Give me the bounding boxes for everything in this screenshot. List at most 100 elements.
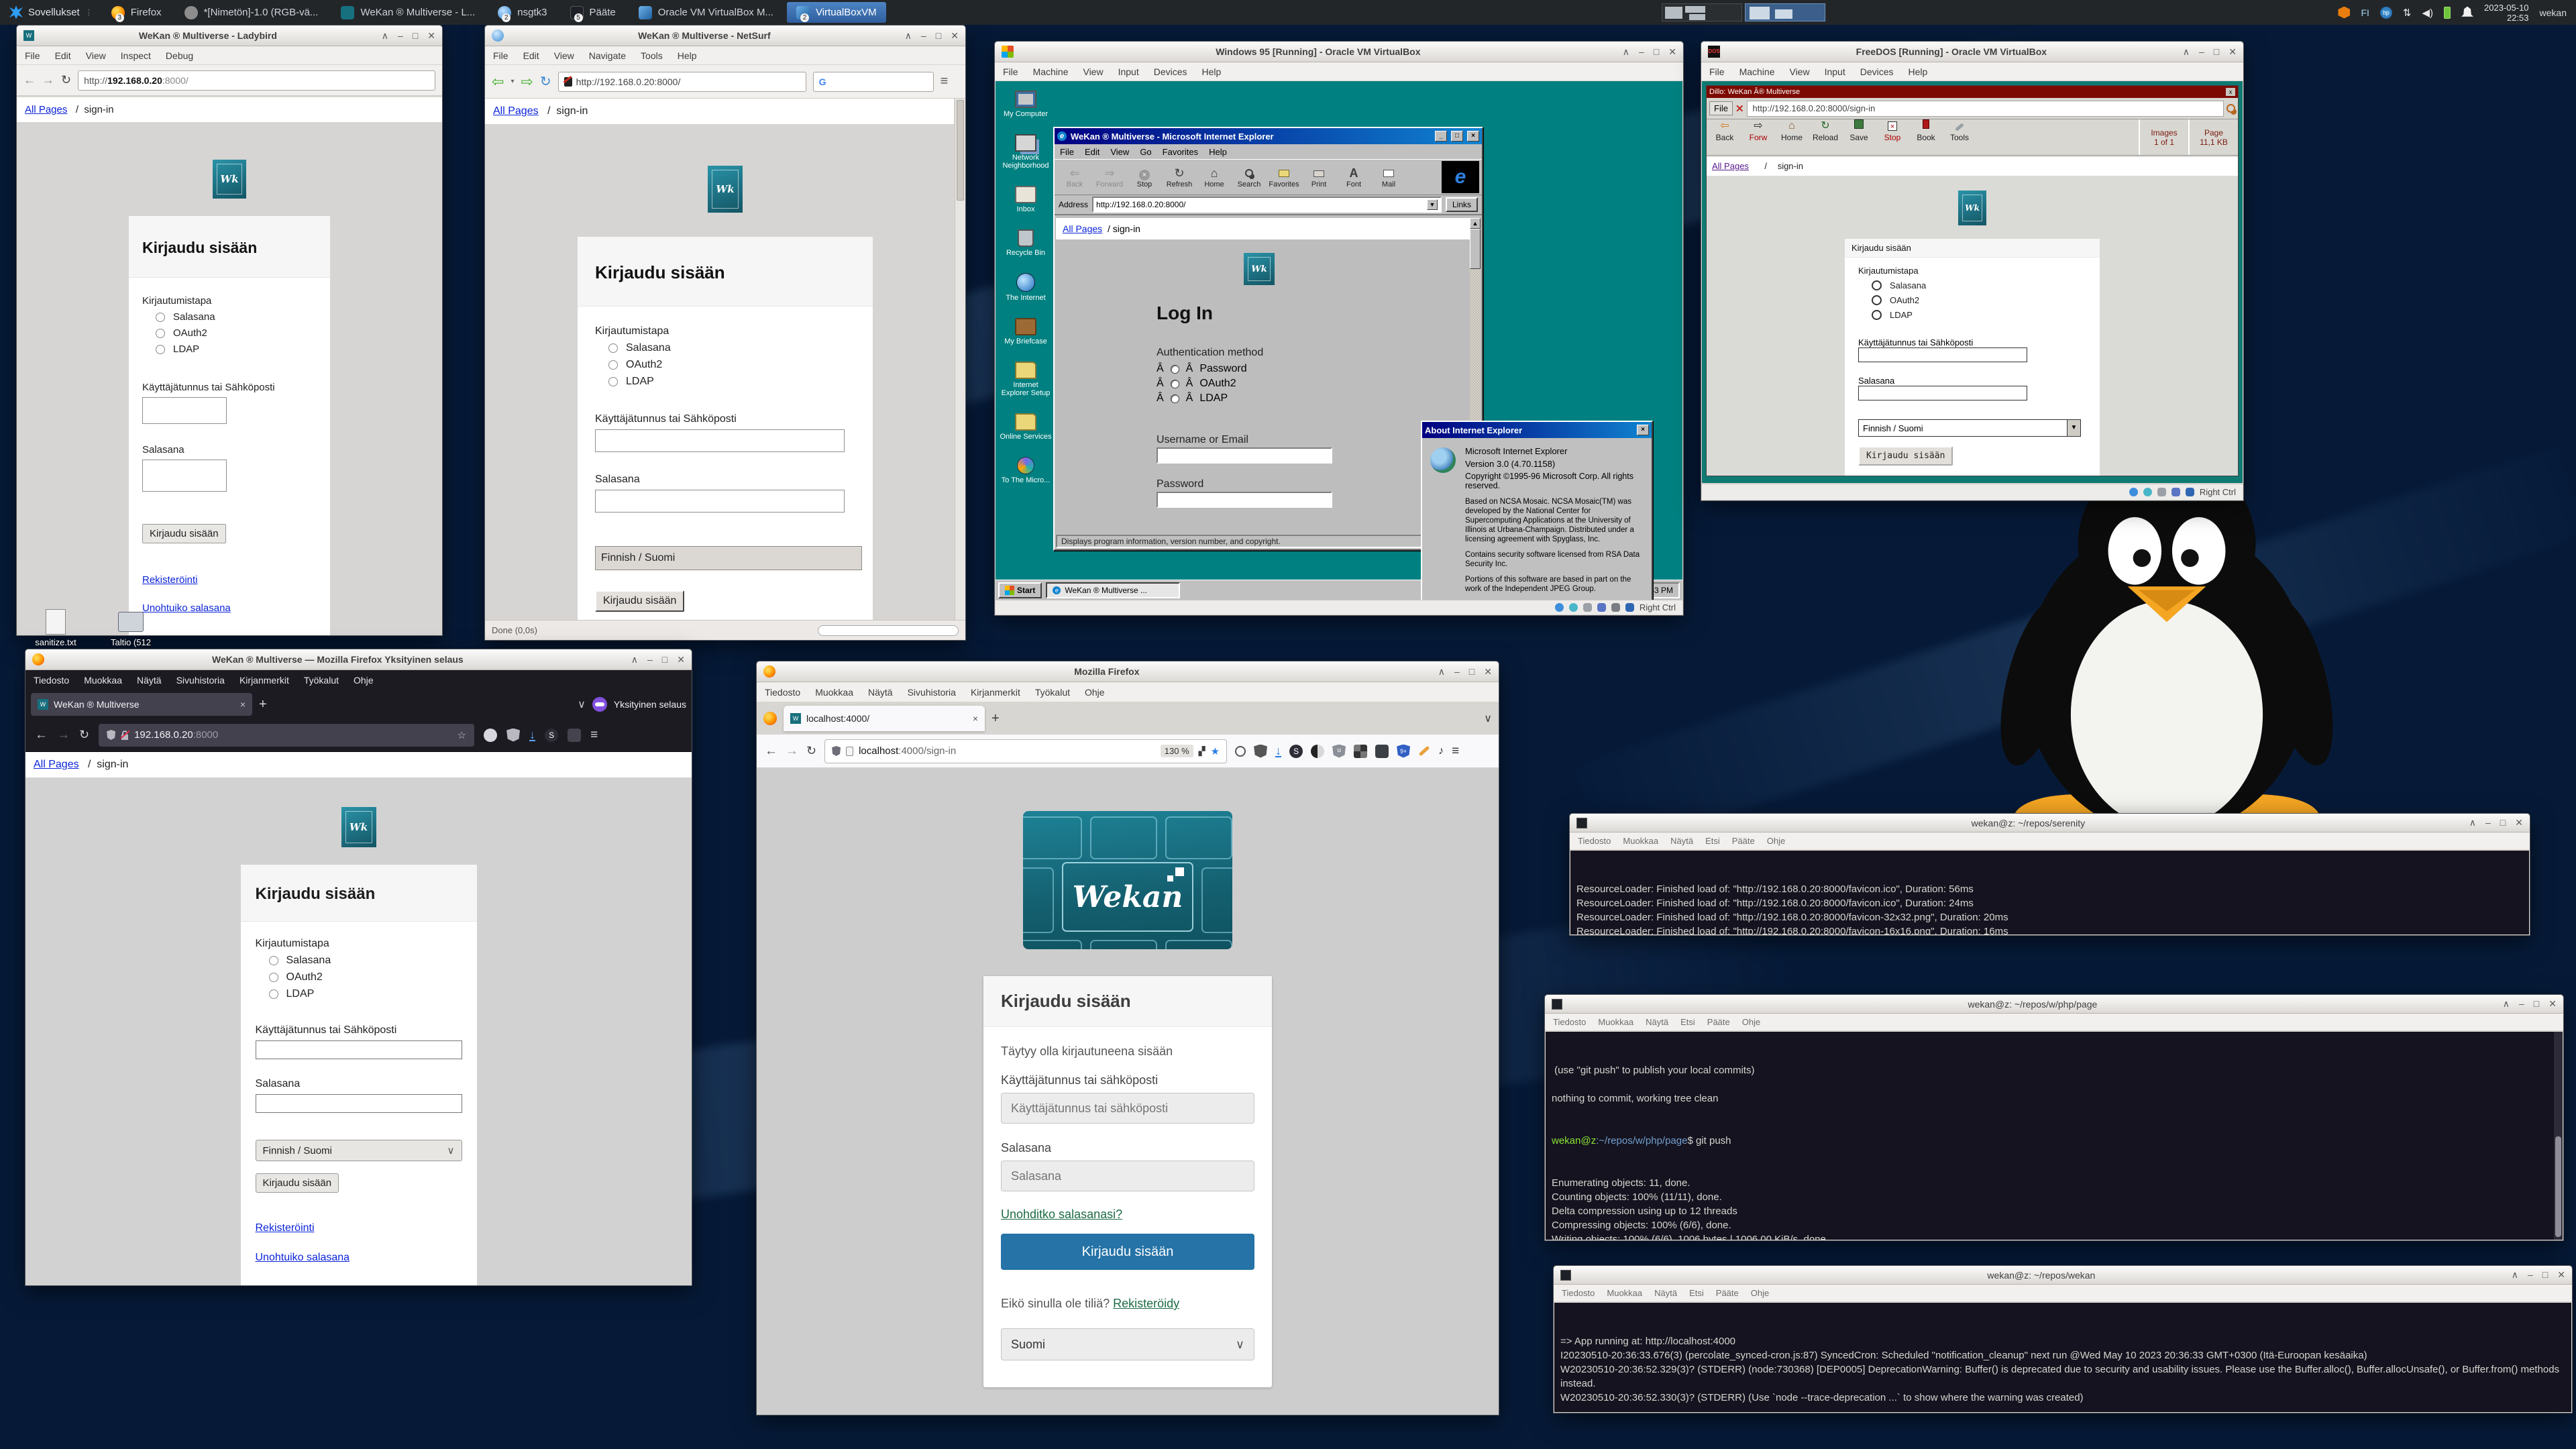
maximize-icon[interactable]: ∧: [2469, 817, 2476, 828]
tab-list-chevron-icon[interactable]: ∨: [578, 698, 586, 711]
minimize-icon[interactable]: _: [1435, 131, 1447, 142]
radio-option-oauth2[interactable]: OAuth2: [1872, 295, 2086, 305]
menu-item[interactable]: Tools: [641, 50, 663, 61]
network-tray-icon[interactable]: ⇅: [2403, 7, 2412, 19]
address-dropdown-icon[interactable]: ▼: [1427, 199, 1438, 210]
language-select[interactable]: Finnish / Suomi ▼: [1858, 419, 2081, 437]
menu-item[interactable]: Näytä: [1646, 1017, 1668, 1027]
url-bar[interactable]: http://192.168.0.20:8000/: [78, 70, 435, 91]
ladybird-titlebar[interactable]: W WeKan ® Multiverse - Ladybird ∧‒□✕: [17, 25, 442, 46]
username-input[interactable]: [1001, 1093, 1254, 1124]
radio-icon[interactable]: [156, 329, 165, 338]
menu-item[interactable]: Ohje: [1742, 1017, 1760, 1027]
breadcrumb-all-pages-link[interactable]: All Pages: [493, 105, 539, 117]
radio-icon[interactable]: [269, 973, 278, 982]
search-icon[interactable]: [2226, 104, 2235, 113]
minimize-icon[interactable]: ‒: [2528, 1269, 2533, 1281]
radio-icon[interactable]: [608, 360, 618, 370]
radio-option-ldap[interactable]: LDAP: [156, 343, 317, 355]
menu-hamburger-icon[interactable]: ≡: [1452, 744, 1459, 759]
win95-icon-my-computer[interactable]: My Computer: [1000, 91, 1052, 118]
minimize-icon[interactable]: ‒: [2485, 817, 2491, 828]
menu-item[interactable]: Työkalut: [304, 675, 339, 686]
radio-option-password[interactable]: ÂÂPassword: [1157, 363, 1481, 375]
address-input[interactable]: http://192.168.0.20:8000/ ▼: [1092, 197, 1442, 213]
close-icon[interactable]: ✕: [1484, 666, 1492, 678]
menu-hamburger-icon[interactable]: ≡: [590, 728, 598, 743]
close-icon[interactable]: ✕: [2557, 1269, 2565, 1281]
ie-favorites-button[interactable]: Favorites: [1267, 166, 1301, 189]
forgot-password-link[interactable]: Unohditko salasanasi?: [1001, 1208, 1122, 1221]
password-input[interactable]: [142, 460, 227, 492]
forward-icon[interactable]: →: [786, 744, 798, 759]
menu-item[interactable]: View: [1789, 66, 1809, 77]
reload-icon[interactable]: ↻: [806, 744, 816, 758]
back-icon[interactable]: ←: [35, 728, 48, 743]
menu-item[interactable]: Työkalut: [1035, 687, 1070, 698]
workspace-2[interactable]: [1745, 3, 1825, 21]
radio-icon[interactable]: [1872, 280, 1882, 290]
menu-item[interactable]: Help: [678, 50, 697, 61]
taskbar-task-ie[interactable]: e WeKan ® Multiverse ...: [1046, 582, 1180, 598]
ie-refresh-button[interactable]: ↻Refresh: [1162, 166, 1197, 189]
menu-item[interactable]: Machine: [1739, 66, 1775, 77]
firefox-app-icon[interactable]: [763, 712, 777, 725]
url-input[interactable]: http://192.168.0.20:8000/sign-in: [1747, 101, 2224, 117]
close-icon[interactable]: ×: [1637, 425, 1649, 435]
breadcrumb-all-pages-link[interactable]: All Pages: [1712, 161, 1749, 171]
restore-icon[interactable]: □: [662, 654, 667, 665]
back-dropdown-icon[interactable]: ▾: [511, 78, 514, 85]
tray-app-icon[interactable]: [2338, 7, 2350, 19]
win95-icon-the-internet[interactable]: The Internet: [1000, 273, 1052, 302]
terminal-scrollbar[interactable]: [2554, 1032, 2563, 1240]
language-select[interactable]: Finnish / Suomi ∨: [256, 1140, 462, 1161]
ie-stop-button[interactable]: ×Stop: [1127, 166, 1162, 189]
reader-icons[interactable]: ▞: [1199, 746, 1205, 757]
tab-close-icon[interactable]: ×: [973, 713, 978, 724]
close-icon[interactable]: ✕: [2548, 998, 2557, 1010]
minimize-icon[interactable]: ‒: [921, 30, 926, 42]
minimize-icon[interactable]: ‒: [1639, 46, 1644, 58]
radio-option-ldap[interactable]: LDAP: [269, 988, 462, 1000]
menu-item[interactable]: Muokkaa: [815, 687, 853, 698]
menu-item[interactable]: Kirjanmerkit: [239, 675, 289, 686]
clock[interactable]: 2023-05-10 22:53: [2484, 3, 2529, 23]
close-icon[interactable]: x: [2226, 88, 2235, 96]
language-select[interactable]: Finnish / Suomi: [595, 546, 862, 570]
menu-item[interactable]: Tiedosto: [1562, 1288, 1595, 1298]
username-input[interactable]: [256, 1040, 462, 1059]
menu-item[interactable]: View: [1110, 147, 1129, 157]
password-input[interactable]: [1858, 386, 2027, 400]
radio-option-oauth2[interactable]: OAuth2: [608, 359, 855, 371]
close-icon[interactable]: ✕: [427, 30, 435, 42]
radio-option-oauth2[interactable]: OAuth2: [269, 971, 462, 983]
terminal-output[interactable]: (use "git push" to publish your local co…: [1546, 1032, 2554, 1240]
menu-item[interactable]: Tiedosto: [34, 675, 69, 686]
workspace-pager[interactable]: [1662, 3, 1825, 21]
password-input[interactable]: [595, 490, 845, 513]
bookmark-star-icon[interactable]: ★: [1211, 745, 1220, 757]
firefox-titlebar[interactable]: WeKan ® Multiverse — Mozilla Firefox Yks…: [25, 649, 692, 670]
dillo-home-button[interactable]: ⌂Home: [1775, 119, 1809, 155]
ie-home-button[interactable]: ⌂Home: [1197, 166, 1232, 189]
register-link[interactable]: Rekisteröidy: [1113, 1297, 1179, 1310]
menu-item[interactable]: File: [1003, 66, 1018, 77]
menu-item[interactable]: Etsi: [1689, 1288, 1704, 1298]
signin-button[interactable]: Kirjaudu sisään: [142, 524, 226, 543]
menu-item[interactable]: Näytä: [868, 687, 893, 698]
breadcrumb-all-pages-link[interactable]: All Pages: [25, 104, 67, 115]
scrollbar-thumb[interactable]: [2555, 1136, 2561, 1237]
register-link[interactable]: Rekisteröinti: [256, 1222, 315, 1234]
maximize-icon[interactable]: ∧: [2512, 1269, 2518, 1281]
menu-item[interactable]: Näytä: [137, 675, 162, 686]
terminal-output[interactable]: => App running at: http://localhost:4000…: [1554, 1303, 2571, 1412]
password-input[interactable]: [256, 1094, 462, 1113]
maximize-icon[interactable]: ∧: [631, 654, 638, 665]
menu-item[interactable]: Pääte: [1716, 1288, 1739, 1298]
desktop-icon-taltio[interactable]: Taltio (512: [94, 609, 168, 647]
scrollbar[interactable]: [955, 99, 965, 620]
menu-item[interactable]: View: [1083, 66, 1103, 77]
extension-icon[interactable]: [568, 729, 581, 742]
menu-item[interactable]: Edit: [55, 50, 71, 61]
menu-item[interactable]: Muokkaa: [1607, 1288, 1642, 1298]
